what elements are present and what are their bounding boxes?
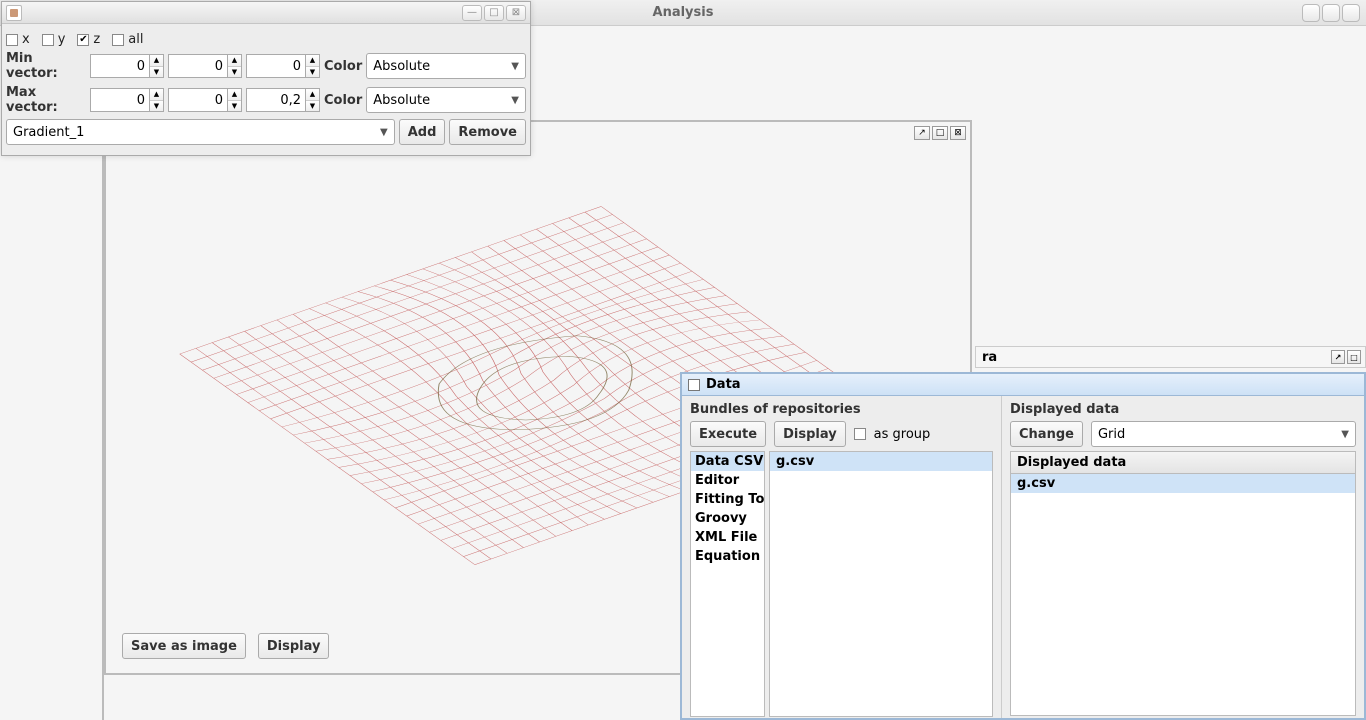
min-color-label: Color — [324, 59, 362, 74]
list-item[interactable]: Equation — [691, 547, 764, 566]
gradient-row: Gradient_1 ▼ Add Remove — [6, 119, 526, 145]
displayed-panel: Displayed data Change Grid ▼ Displayed da… — [1002, 396, 1364, 718]
min-y-input[interactable] — [168, 54, 228, 78]
chevron-down-icon: ▼ — [511, 61, 519, 72]
remove-button[interactable]: Remove — [449, 119, 526, 145]
add-button[interactable]: Add — [399, 119, 446, 145]
min-x-input[interactable] — [90, 54, 150, 78]
list-item[interactable]: Groovy — [691, 509, 764, 528]
display-button[interactable]: Display — [258, 633, 330, 659]
close-icon[interactable]: ⊠ — [950, 126, 966, 140]
gradient-select[interactable]: Gradient_1 ▼ — [6, 119, 395, 145]
displayed-data-list[interactable]: g.csv — [1010, 474, 1356, 716]
checkbox-x[interactable] — [6, 34, 18, 46]
main-title-text: Analysis — [653, 5, 714, 20]
checkbox-y-label: y — [58, 32, 66, 47]
bundles-title: Bundles of repositories — [690, 402, 993, 417]
min-color-mode-select[interactable]: Absolute ▼ — [366, 53, 526, 79]
change-button[interactable]: Change — [1010, 421, 1083, 447]
max-y-input[interactable] — [168, 88, 228, 112]
close-icon[interactable]: ⊠ — [506, 5, 526, 21]
display-mode-select[interactable]: Grid ▼ — [1091, 421, 1356, 447]
max-color-mode-value: Absolute — [373, 93, 430, 108]
as-group-label: as group — [874, 427, 931, 442]
close-icon[interactable] — [1342, 4, 1360, 22]
max-x-spinner[interactable]: ▲▼ — [150, 88, 164, 112]
max-color-label: Color — [324, 93, 362, 108]
float-titlebar[interactable]: — □ ⊠ — [2, 2, 530, 24]
ra-label: ra — [982, 350, 997, 365]
list-item[interactable]: Data CSV — [691, 452, 764, 471]
checkbox-z-label: z — [93, 32, 100, 47]
list-item[interactable]: XML File — [691, 528, 764, 547]
min-z-spinner[interactable]: ▲▼ — [306, 54, 320, 78]
vector-settings-window: — □ ⊠ x y z all Min vector: ▲▼ ▲▼ ▲▼ Col… — [1, 1, 531, 156]
min-z-input[interactable] — [246, 54, 306, 78]
bundles-panel: Bundles of repositories Execute Display … — [682, 396, 1002, 718]
list-item[interactable]: g.csv — [770, 452, 992, 471]
maximize-icon[interactable]: □ — [932, 126, 948, 140]
data-titlebar[interactable]: Data — [682, 374, 1364, 396]
detach-icon[interactable]: ↗ — [1331, 350, 1345, 364]
window-icon — [688, 379, 700, 391]
bundle-display-button[interactable]: Display — [774, 421, 846, 447]
execute-button[interactable]: Execute — [690, 421, 766, 447]
min-vector-label: Min vector: — [6, 51, 86, 81]
max-vector-label: Max vector: — [6, 85, 86, 115]
bundle-file-list[interactable]: g.csv — [769, 451, 993, 717]
chevron-down-icon: ▼ — [511, 95, 519, 106]
max-z-spinner[interactable]: ▲▼ — [306, 88, 320, 112]
max-z-input[interactable] — [246, 88, 306, 112]
list-item[interactable]: Fitting To — [691, 490, 764, 509]
min-x-spinner[interactable]: ▲▼ — [150, 54, 164, 78]
checkbox-y[interactable] — [42, 34, 54, 46]
checkbox-all-label: all — [128, 32, 143, 47]
checkbox-as-group[interactable] — [854, 428, 866, 440]
min-y-spinner[interactable]: ▲▼ — [228, 54, 242, 78]
maximize-icon[interactable] — [1322, 4, 1340, 22]
gradient-name: Gradient_1 — [13, 125, 84, 140]
chevron-down-icon: ▼ — [1341, 429, 1349, 440]
max-vector-row: Max vector: ▲▼ ▲▼ ▲▼ Color Absolute ▼ — [6, 85, 526, 115]
list-item[interactable]: g.csv — [1011, 474, 1355, 493]
maximize-icon[interactable]: □ — [484, 5, 504, 21]
bundle-type-list[interactable]: Data CSV Editor Fitting To Groovy XML Fi… — [690, 451, 765, 717]
data-title-text: Data — [706, 377, 741, 392]
minimize-icon[interactable] — [1302, 4, 1320, 22]
java-icon — [6, 5, 22, 21]
left-panel — [0, 152, 104, 720]
checkbox-z[interactable] — [77, 34, 89, 46]
list-item[interactable]: Editor — [691, 471, 764, 490]
data-window: Data Bundles of repositories Execute Dis… — [680, 372, 1366, 720]
maximize-icon[interactable]: □ — [1347, 350, 1361, 364]
checkbox-all[interactable] — [112, 34, 124, 46]
max-y-spinner[interactable]: ▲▼ — [228, 88, 242, 112]
ra-tab-bar: ra ↗ □ — [975, 346, 1366, 368]
max-x-input[interactable] — [90, 88, 150, 112]
displayed-data-header: Displayed data — [1010, 451, 1356, 474]
min-color-mode-value: Absolute — [373, 59, 430, 74]
checkbox-x-label: x — [22, 32, 30, 47]
chevron-down-icon: ▼ — [380, 127, 388, 138]
max-color-mode-select[interactable]: Absolute ▼ — [366, 87, 526, 113]
minimize-icon[interactable]: — — [462, 5, 482, 21]
save-as-image-button[interactable]: Save as image — [122, 633, 246, 659]
min-vector-row: Min vector: ▲▼ ▲▼ ▲▼ Color Absolute ▼ — [6, 51, 526, 81]
axis-checks-row: x y z all — [6, 32, 526, 47]
display-mode-value: Grid — [1098, 427, 1125, 442]
detach-icon[interactable]: ↗ — [914, 126, 930, 140]
displayed-title: Displayed data — [1010, 402, 1356, 417]
